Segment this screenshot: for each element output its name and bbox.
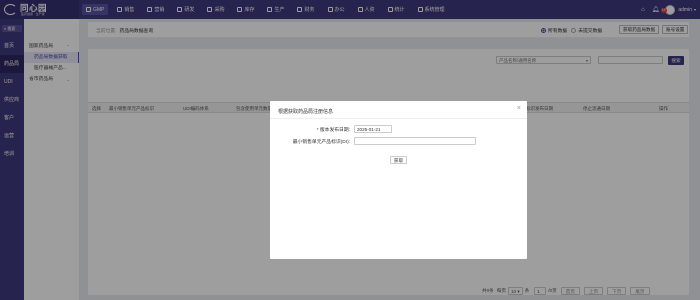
fetch-button[interactable]: 获取: [390, 156, 407, 164]
dialog-title: 根据获取药品局注册信息: [278, 109, 334, 115]
fetch-registration-dialog: 根据获取药品局注册信息 × * 版本发布日期: 2025-01-21 最小销售单…: [270, 101, 527, 259]
min-sale-unit-di-field[interactable]: [354, 137, 476, 145]
version-date-field[interactable]: 2025-01-21: [354, 125, 392, 133]
min-sale-unit-di-label: 最小销售单元产品标识(DI):: [292, 140, 350, 145]
close-icon[interactable]: ×: [517, 105, 521, 112]
version-date-label: * 版本发布日期:: [316, 128, 350, 133]
dialog-divider: [270, 118, 527, 119]
